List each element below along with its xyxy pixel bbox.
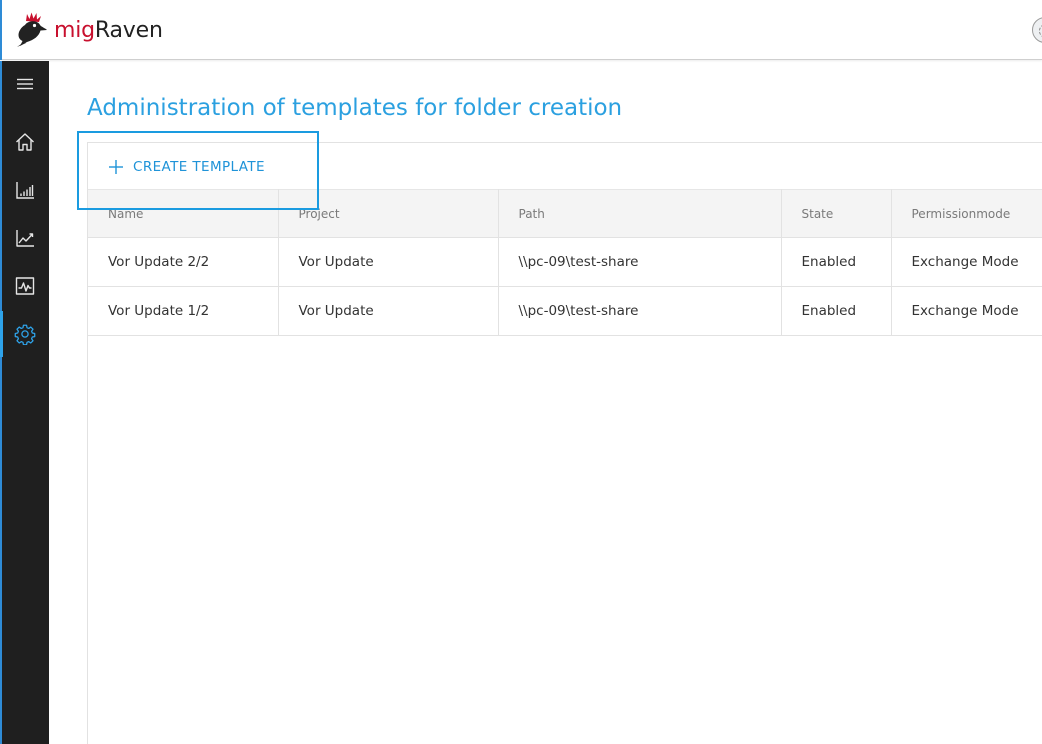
sidebar-item-reports[interactable]	[0, 167, 49, 213]
cell-path: \\pc-09\test-share	[498, 237, 782, 287]
sidebar-nav	[0, 61, 49, 744]
line-chart-icon	[15, 230, 34, 247]
table-header-row: Name Project Path State Permissionmode	[88, 189, 1042, 238]
cell-state: Enabled	[781, 286, 892, 336]
page-title: Administration of templates for folder c…	[87, 95, 623, 121]
cell-project: Vor Update	[278, 286, 499, 336]
column-header-permissionmode[interactable]: Permissionmode	[891, 189, 1042, 238]
bar-chart-icon	[15, 182, 34, 199]
activity-monitor-icon	[15, 277, 34, 295]
sidebar-item-home[interactable]	[0, 119, 49, 165]
brand-logo-link[interactable]: migRaven	[14, 10, 163, 50]
table-row[interactable]: Vor Update 1/2 Vor Update \\pc-09\test-s…	[88, 286, 1042, 336]
column-header-state[interactable]: State	[781, 189, 892, 238]
cell-name: Vor Update 2/2	[88, 237, 279, 287]
app-window: migRaven Administration of templates for…	[0, 0, 1042, 744]
cell-permissionmode: Exchange Mode	[891, 286, 1042, 336]
plus-icon	[109, 160, 123, 174]
cell-permissionmode: Exchange Mode	[891, 237, 1042, 287]
cell-project: Vor Update	[278, 237, 499, 287]
sidebar-item-settings[interactable]	[0, 311, 49, 357]
brand-name: migRaven	[54, 18, 163, 43]
cell-name: Vor Update 1/2	[88, 286, 279, 336]
top-header: migRaven	[0, 0, 1042, 60]
user-avatar[interactable]	[1032, 17, 1042, 43]
cell-state: Enabled	[781, 237, 892, 287]
sidebar-item-monitoring[interactable]	[0, 263, 49, 309]
sidebar-item-analytics[interactable]	[0, 215, 49, 261]
create-template-button[interactable]: CREATE TEMPLATE	[108, 155, 265, 179]
cell-path: \\pc-09\test-share	[498, 286, 782, 336]
brand-name-prefix: mig	[54, 17, 95, 43]
templates-table: Name Project Path State Permissionmode V…	[88, 189, 1042, 336]
column-header-project[interactable]: Project	[278, 189, 499, 238]
table-row[interactable]: Vor Update 2/2 Vor Update \\pc-09\test-s…	[88, 237, 1042, 287]
column-header-path[interactable]: Path	[498, 189, 782, 238]
create-template-label: CREATE TEMPLATE	[133, 159, 265, 175]
raven-logo-icon	[17, 12, 47, 47]
home-icon	[15, 133, 34, 151]
gear-icon	[14, 324, 35, 345]
brand-name-suffix: Raven	[94, 17, 163, 43]
header-accent-line	[0, 0, 2, 60]
column-header-name[interactable]: Name	[88, 189, 279, 238]
hamburger-menu-icon	[16, 78, 33, 90]
sidebar-item-menu[interactable]	[0, 61, 49, 107]
